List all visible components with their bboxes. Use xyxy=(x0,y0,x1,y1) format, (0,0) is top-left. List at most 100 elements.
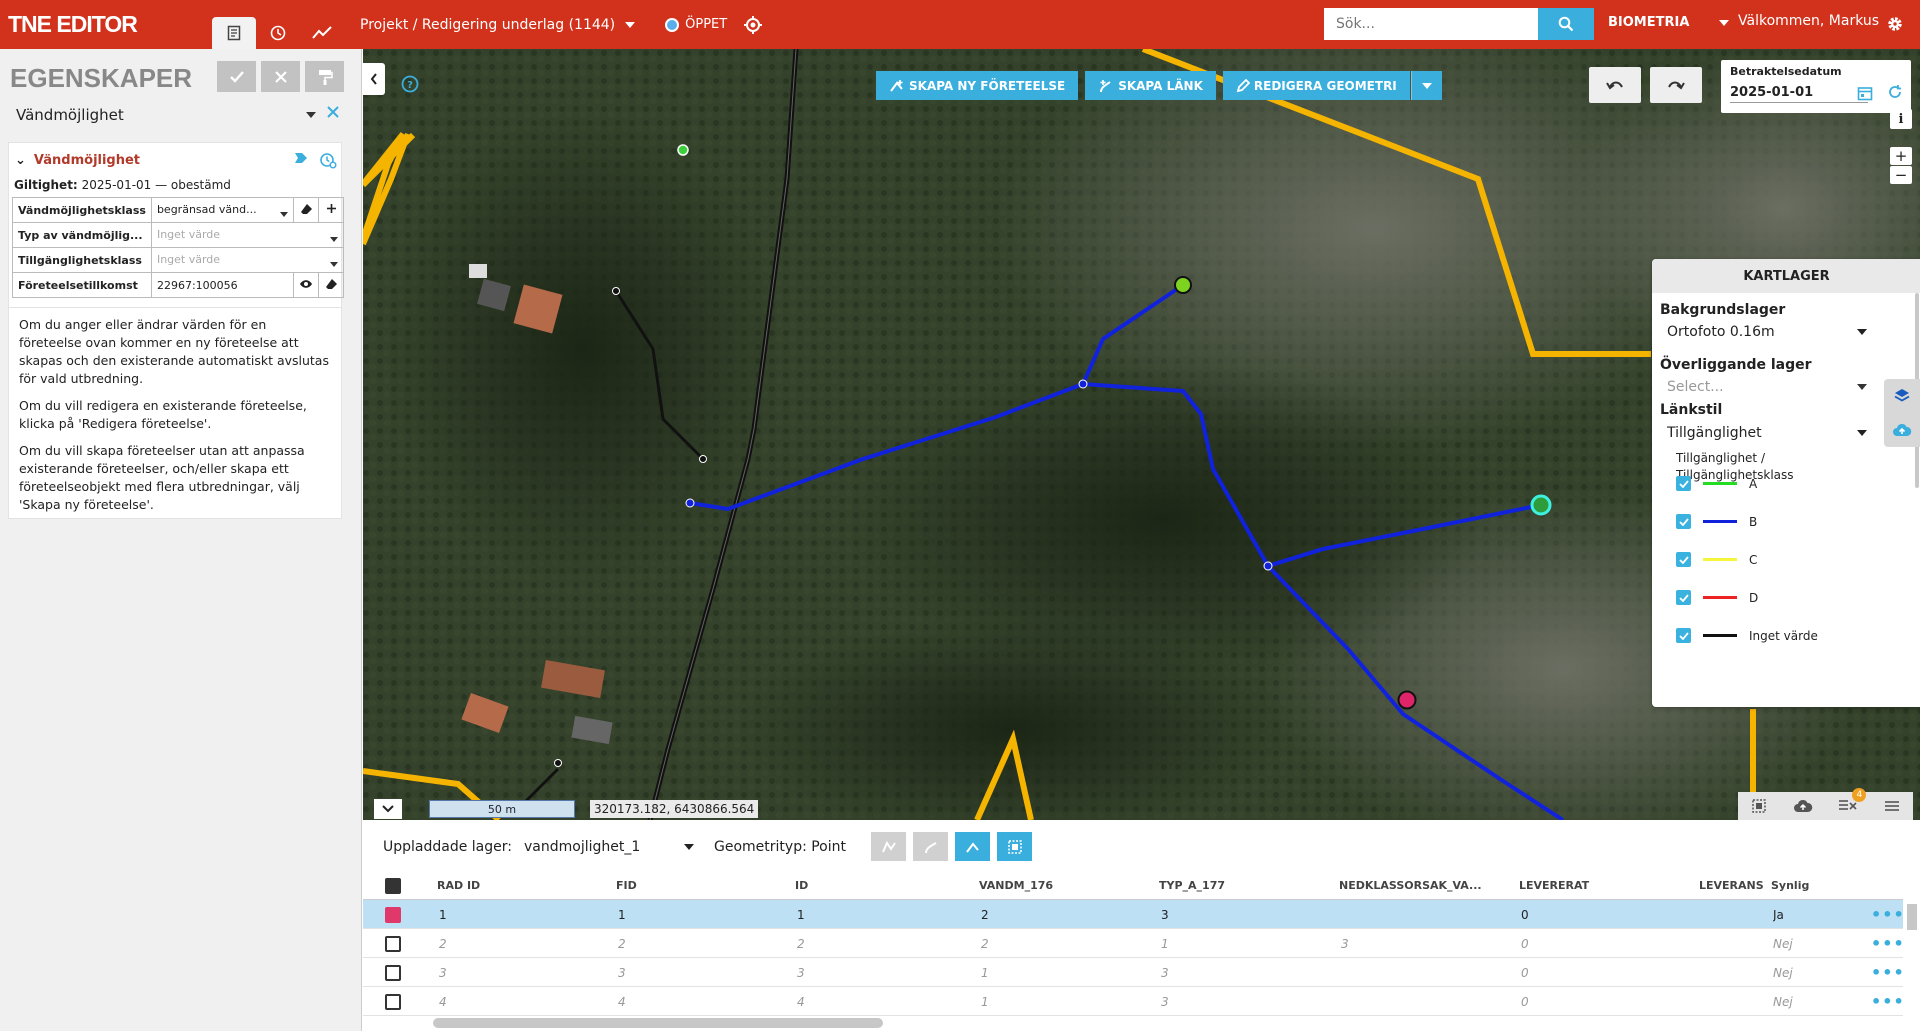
settings-button[interactable] xyxy=(1886,15,1904,36)
row-checkbox[interactable] xyxy=(385,987,401,1016)
table-horizontal-scrollbar[interactable] xyxy=(433,1018,883,1028)
legend-swatch xyxy=(1703,520,1737,523)
create-feature-button[interactable]: SKAPA NY FÖRETEELSE xyxy=(876,71,1079,100)
zoom-out-button[interactable]: − xyxy=(1890,166,1912,184)
feature-type-select[interactable]: Vändmöjlighet xyxy=(16,106,316,124)
history-settings-icon[interactable] xyxy=(319,151,337,169)
row-checkbox[interactable] xyxy=(385,929,401,958)
tag-icon[interactable] xyxy=(293,151,309,165)
property-select[interactable]: begränsad vänd... xyxy=(150,197,295,223)
close-icon xyxy=(274,70,287,83)
checkbox-checked-icon[interactable] xyxy=(1676,552,1691,567)
collapse-table-button[interactable] xyxy=(374,799,402,819)
redo-button[interactable] xyxy=(1650,67,1702,103)
view-button[interactable] xyxy=(293,272,320,298)
calendar-button[interactable] xyxy=(1857,85,1873,104)
list-icon[interactable] xyxy=(1884,799,1900,813)
edit-icon xyxy=(1236,78,1250,92)
checkbox-checked-icon[interactable] xyxy=(1676,476,1691,491)
row-menu-button[interactable]: ••• xyxy=(1871,900,1905,929)
zoom-in-button[interactable]: + xyxy=(1890,147,1912,165)
table-row[interactable]: 2 2 2 2 1 3 0 Nej ••• xyxy=(363,929,1905,958)
erase-button[interactable] xyxy=(318,272,344,298)
background-layer-label: Bakgrundslager xyxy=(1660,302,1786,318)
checkbox-checked-icon[interactable] xyxy=(1676,514,1691,529)
search-button[interactable] xyxy=(1538,8,1594,40)
upload-tab[interactable] xyxy=(1884,413,1920,447)
undo-button[interactable] xyxy=(1589,67,1641,103)
tab-properties[interactable] xyxy=(212,17,256,49)
add-button[interactable] xyxy=(318,197,344,223)
collapse-panel-button[interactable] xyxy=(363,63,385,95)
column-header[interactable]: RAD ID xyxy=(437,871,612,900)
table-row[interactable]: 4 4 4 1 3 0 Nej ••• xyxy=(363,987,1905,1016)
table-cell: 0 xyxy=(1521,936,1529,951)
cloud-upload-icon[interactable] xyxy=(1793,799,1813,813)
clear-selection-button[interactable]: 4 xyxy=(1838,787,1867,815)
column-header[interactable]: NEDKLASSORSAK_VA... xyxy=(1339,871,1515,900)
row-checkbox[interactable] xyxy=(385,900,401,929)
table-cell: 2 xyxy=(618,936,626,951)
select-all-checkbox[interactable] xyxy=(385,871,401,900)
trend-icon xyxy=(312,26,332,39)
property-row: Typ av vändmöjlig... Inget värde xyxy=(12,222,345,248)
overlay-layer-select[interactable]: Select... xyxy=(1667,379,1867,395)
row-checkbox[interactable] xyxy=(385,958,401,987)
legend-item[interactable]: B xyxy=(1676,514,1757,529)
link-style-select[interactable]: Tillgänglighet xyxy=(1667,425,1867,441)
select-area-icon[interactable] xyxy=(1751,798,1767,814)
uploaded-layer-select[interactable]: vandmojlighet_1 xyxy=(524,839,694,855)
column-header[interactable]: ID xyxy=(795,871,975,900)
view-date-input[interactable]: 2025-01-01 xyxy=(1730,85,1868,103)
map-view[interactable]: ? SKAPA NY FÖRETEELSE SKAPA LÄNK REDIGER… xyxy=(363,49,1920,820)
format-button[interactable] xyxy=(305,61,344,92)
cancel-button[interactable] xyxy=(261,61,300,92)
legend-item[interactable]: D xyxy=(1676,590,1758,605)
attribute-table: RAD ID FID ID VANDM_176 TYP_A_177 NEDKLASSORS… xyxy=(363,871,1905,1016)
property-select[interactable]: Inget värde xyxy=(150,222,345,248)
erase-button[interactable] xyxy=(293,197,320,223)
legend-item[interactable]: A xyxy=(1676,476,1757,491)
row-menu-button[interactable]: ••• xyxy=(1871,929,1905,958)
legend-item[interactable]: C xyxy=(1676,552,1757,567)
row-menu-button[interactable]: ••• xyxy=(1871,987,1905,1016)
column-header[interactable]: LEVERERAT xyxy=(1519,871,1695,900)
tab-history[interactable] xyxy=(256,17,300,49)
checkbox-checked-icon[interactable] xyxy=(1676,628,1691,643)
property-select[interactable]: Inget värde xyxy=(150,247,345,273)
checkbox-checked-icon[interactable] xyxy=(1676,590,1691,605)
help-button[interactable]: ? xyxy=(401,75,419,96)
table-row[interactable]: 1 1 1 2 3 0 Ja ••• xyxy=(363,900,1905,929)
create-link-button[interactable]: SKAPA LÄNK xyxy=(1085,71,1216,100)
project-selector[interactable]: Projekt / Redigering underlag (1144) ÖPP… xyxy=(360,15,763,35)
edit-geometry-menu-button[interactable] xyxy=(1410,71,1442,100)
layers-tab[interactable] xyxy=(1884,379,1920,413)
draw-link-button[interactable] xyxy=(913,832,949,861)
locate-icon[interactable] xyxy=(743,15,763,35)
edit-geometry-button[interactable]: REDIGERA GEOMETRI xyxy=(1222,71,1410,100)
table-vertical-scrollbar[interactable] xyxy=(1907,904,1917,930)
tab-analytics[interactable] xyxy=(300,17,344,49)
legend-item[interactable]: Inget värde xyxy=(1676,628,1818,643)
draw-line-icon xyxy=(881,840,896,852)
info-button[interactable]: i xyxy=(1890,109,1912,129)
confirm-button[interactable] xyxy=(217,61,256,92)
section-header[interactable]: ⌄ Vändmöjlighet xyxy=(15,153,140,168)
chevron-down-icon xyxy=(1421,82,1432,89)
search-input[interactable] xyxy=(1324,8,1538,40)
column-header[interactable]: FID xyxy=(616,871,791,900)
reset-date-button[interactable] xyxy=(1887,84,1903,103)
draw-point-button[interactable] xyxy=(955,832,991,861)
column-header[interactable]: LEVERANS xyxy=(1699,871,1767,900)
background-layer-select[interactable]: Ortofoto 0.16m xyxy=(1667,324,1867,340)
clear-type-button[interactable] xyxy=(326,105,340,122)
org-selector[interactable]: BIOMETRIA xyxy=(1608,15,1730,30)
select-features-button[interactable] xyxy=(997,832,1033,861)
column-header[interactable]: Synlig xyxy=(1771,871,1859,900)
column-header[interactable]: TYP_A_177 xyxy=(1159,871,1335,900)
row-menu-button[interactable]: ••• xyxy=(1871,958,1905,987)
column-header[interactable]: VANDM_176 xyxy=(979,871,1155,900)
table-row[interactable]: 3 3 3 1 3 0 Nej ••• xyxy=(363,958,1905,987)
property-row: Tillgänglighetsklass Inget värde xyxy=(12,247,345,273)
draw-line-button[interactable] xyxy=(871,832,907,861)
